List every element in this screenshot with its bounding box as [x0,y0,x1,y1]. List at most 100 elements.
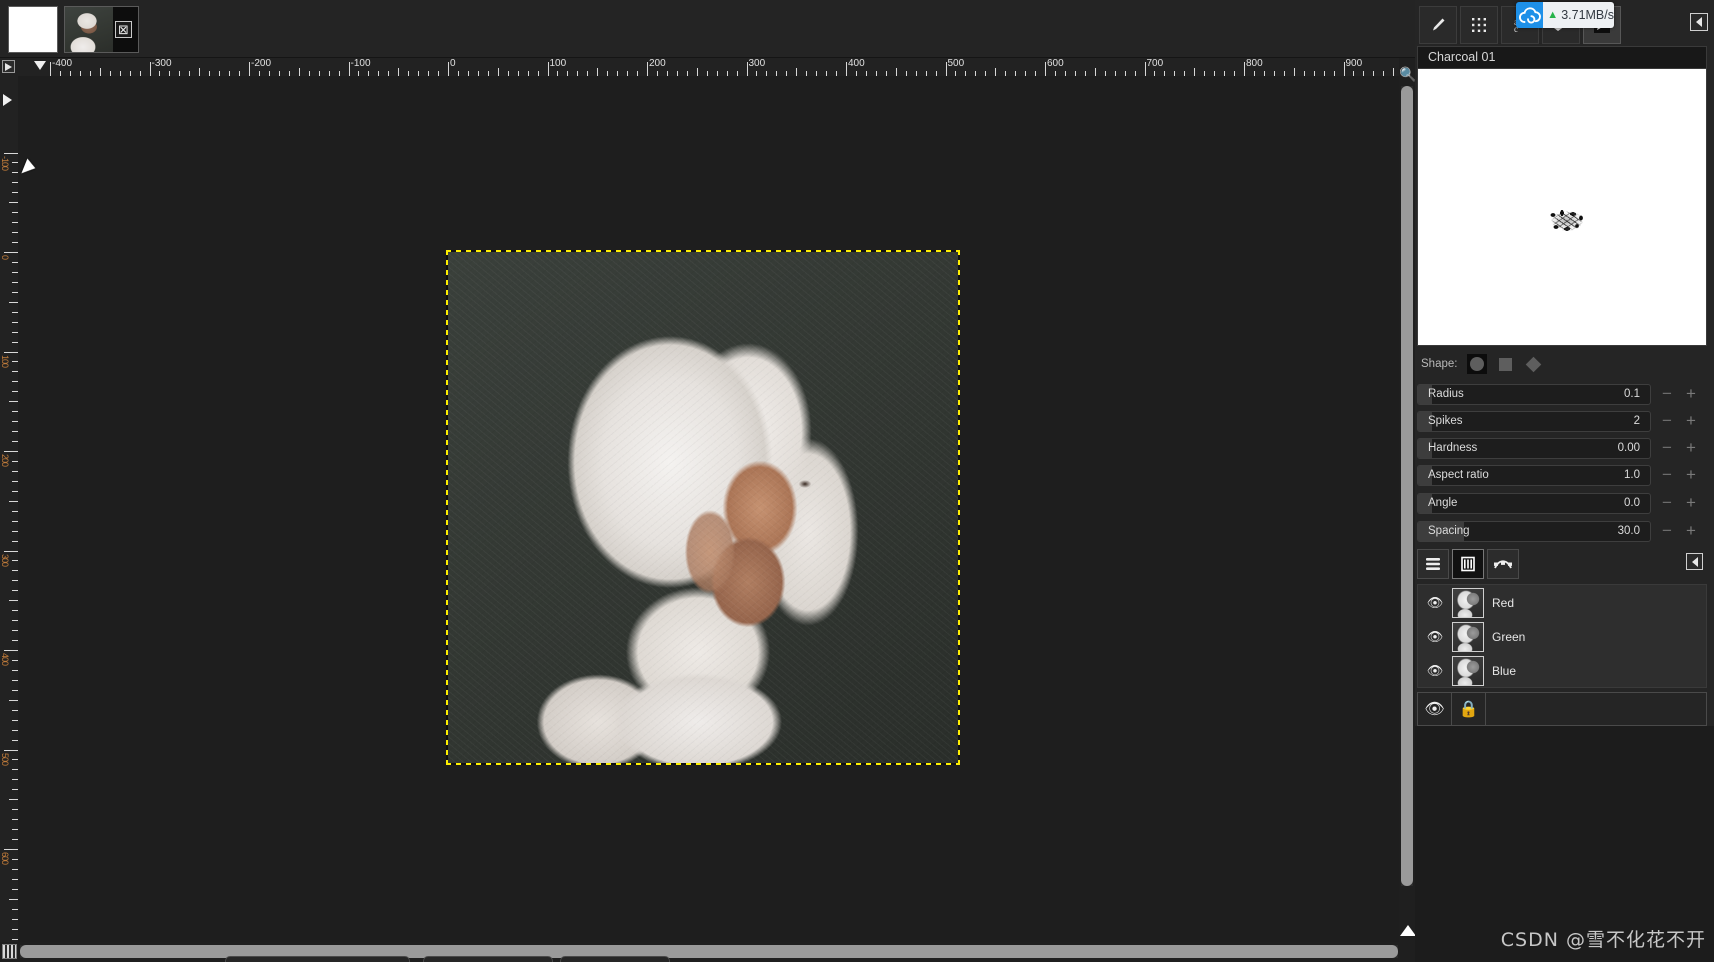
slider-spacing[interactable]: Spacing 30.0 [1417,521,1651,542]
slider-radius[interactable]: Radius 0.1 [1417,384,1651,405]
network-speed-value: 3.71MB/s [1561,8,1614,22]
spacing-decrement-button[interactable]: − [1658,522,1676,541]
eye-icon[interactable]: 👁 [1418,693,1452,725]
image-canvas[interactable] [446,250,960,765]
ruler-label: 100 [0,354,10,367]
vertical-scrollbar[interactable] [1401,86,1413,886]
table-row[interactable]: 👁 Green [1418,620,1706,654]
slider-angle-row: Angle 0.0 − + [1417,493,1707,516]
slider-angle[interactable]: Angle 0.0 [1417,493,1651,514]
ruler-tick [4,252,18,253]
ruler-label: 200 [0,454,10,467]
spikes-decrement-button[interactable]: − [1658,412,1676,431]
aspect-ratio-decrement-button[interactable]: − [1658,466,1676,485]
hardness-decrement-button[interactable]: − [1658,439,1676,458]
navigate-canvas-icon[interactable] [1400,925,1416,936]
collapse-panel-icon[interactable] [1690,13,1708,31]
vertical-ruler[interactable]: -1000100200300400500600700 [0,76,18,942]
network-speed-overlay[interactable]: ▲ 3.71MB/s [1516,2,1614,28]
close-icon[interactable]: ⊠ [115,21,132,38]
ruler-label: 300 [748,58,766,69]
eye-icon[interactable]: 👁 [1418,629,1452,645]
channel-thumbnail [1452,588,1484,618]
selection-channel-row[interactable]: 👁 🔒 [1417,692,1707,726]
shape-square[interactable] [1495,354,1515,374]
ruler-tick [9,401,18,403]
shape-circle[interactable] [1467,354,1488,374]
ruler-tick [4,351,18,353]
image-tab-strip: ⊠ [0,0,1415,58]
angle-decrement-button[interactable]: − [1658,494,1676,513]
offscreen-button-a[interactable] [225,956,410,962]
slider-spikes-label: Spikes [1428,415,1463,427]
ruler-tick [4,650,18,651]
shape-diamond[interactable] [1523,354,1543,374]
cloud-upload-icon [1516,2,1544,28]
tab-layers[interactable] [1417,549,1449,579]
horizontal-ruler[interactable]: -400 -300 -200 -100 0 100 200 300 400 500 600 700 80… [18,58,1399,76]
channel-name: Green [1492,630,1526,644]
angle-increment-button[interactable]: + [1682,494,1700,513]
table-row[interactable]: 👁 Red [1418,586,1706,620]
spikes-increment-button[interactable]: + [1682,412,1700,431]
channels-icon [1461,556,1475,572]
eye-icon[interactable]: 👁 [1418,663,1452,679]
ruler-tick [4,849,18,850]
blank-document-tab[interactable] [8,6,58,53]
image-editor-area: ⊠ -400 -300 -200 -100 0 100 200 300 400 500 600 700… [0,0,1416,962]
lock-icon[interactable]: 🔒 [1452,693,1486,725]
ruler-tick [1194,68,1196,76]
tab-channels[interactable] [1452,549,1484,579]
slider-aspect-ratio-value: 1.0 [1624,469,1640,481]
canvas-viewport[interactable] [18,76,1399,942]
slider-hardness[interactable]: Hardness 0.00 [1417,438,1651,459]
ruler-tick [9,898,18,900]
slider-spikes[interactable]: Spikes 2 [1417,411,1651,432]
magnifier-icon[interactable]: 🔍 [1399,66,1416,82]
circle-icon [1470,357,1485,371]
photo-content [448,252,958,763]
vertical-scrollbar-thumb[interactable] [1401,86,1413,886]
offscreen-button-c[interactable] [560,956,670,962]
brush-name-label: Charcoal 01 [1417,46,1707,68]
eye-icon[interactable]: 👁 [1418,595,1452,611]
ruler-tick [99,68,101,76]
menu-arrow-icon [2,60,15,73]
ruler-label: 500 [0,752,10,765]
tab-patterns[interactable] [1460,6,1498,44]
slider-angle-value: 0.0 [1624,497,1640,509]
offscreen-button-b[interactable] [423,956,553,962]
tab-brushes[interactable] [1419,6,1457,44]
radius-decrement-button[interactable]: − [1658,385,1676,404]
slider-aspect-ratio[interactable]: Aspect ratio 1.0 [1417,465,1651,486]
selection-channel-name [1486,693,1706,725]
channel-name: Red [1492,596,1515,610]
photo-document-tab[interactable]: ⊠ [64,6,139,53]
table-row[interactable]: 👁 Blue [1418,654,1706,688]
ruler-label: 500 [947,58,965,69]
ruler-tick [1094,68,1096,76]
quickmask-toggle-icon[interactable] [2,944,17,959]
vertical-position-marker [3,94,12,106]
brush-preview [1417,68,1707,346]
ruler-label: 300 [0,553,10,566]
hardness-increment-button[interactable]: + [1682,439,1700,458]
aspect-ratio-increment-button[interactable]: + [1682,466,1700,485]
collapse-panel-icon[interactable] [1686,553,1703,570]
tab-paths[interactable] [1487,549,1519,579]
ruler-tick [298,68,300,76]
ruler-tick [597,68,599,76]
dotted-square-icon [1472,18,1486,32]
image-menu-button[interactable] [0,58,18,76]
slider-radius-label: Radius [1428,388,1464,400]
ruler-label: -400 [52,58,73,69]
ruler-tick [796,68,798,76]
ruler-label: 400 [0,653,10,666]
ruler-tick [9,301,18,303]
slider-hardness-value: 0.00 [1617,442,1640,454]
ruler-label: -100 [350,58,371,69]
canvas-right-controls: 🔍 [1399,58,1416,942]
radius-increment-button[interactable]: + [1682,385,1700,404]
slider-hardness-row: Hardness 0.00 − + [1417,438,1707,461]
spacing-increment-button[interactable]: + [1682,522,1700,541]
